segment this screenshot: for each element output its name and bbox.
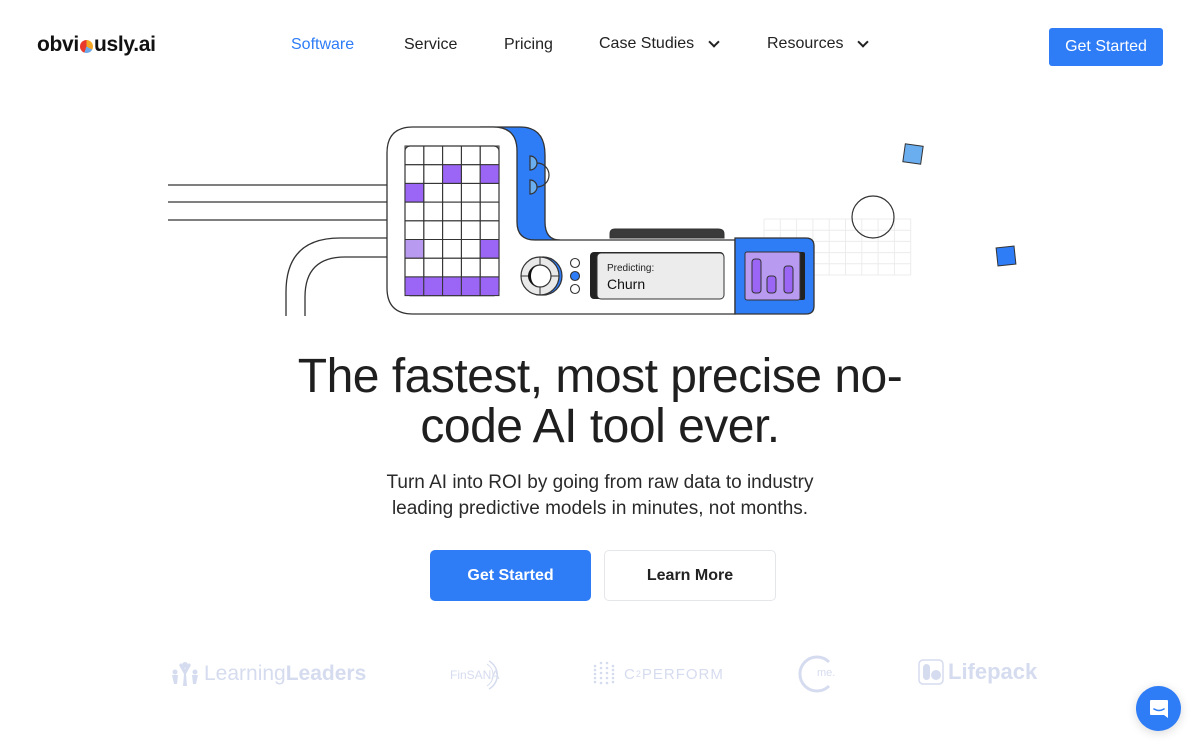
grid-cell [423,276,444,297]
floating-square-light [902,143,924,165]
dot [599,671,603,675]
dot [599,681,603,685]
grid-cell [442,164,462,184]
me-text: me. [817,667,836,679]
machine-illustration: Predicting: Churn [168,126,1017,316]
grid-cell [404,239,425,259]
client-logos: Learning Leaders FinSANA C 2 PERFORM me. Li… [0,650,1200,700]
c2-suffix: PERFORM [641,665,724,683]
nav-item-service[interactable]: Service [404,36,457,54]
hero-get-started-button[interactable]: Get Started [430,550,591,601]
nav-item-case-studies[interactable]: Case Studies [599,35,720,53]
grid-cell [479,164,500,184]
chat-bubble-icon [1149,699,1168,718]
nav-item-pricing[interactable]: Pricing [504,36,553,54]
dot [611,680,615,684]
dot [593,664,597,668]
floating-square-blue [995,245,1017,267]
dots-icon [593,661,615,685]
indicator-dots [569,257,581,295]
dark-tab [609,228,725,239]
chat-launcher-button[interactable] [1136,686,1181,731]
people-icon [172,662,198,686]
dot [599,676,603,680]
lifepack-text: Lifepack [948,659,1038,684]
floating-circle [851,195,895,239]
dot [605,681,609,685]
c2-prefix: C [624,665,636,683]
dial-icon [520,256,563,296]
client-logo-lifepack: Lifepack [918,659,1037,685]
learning-text: Learning [204,662,286,685]
dot [611,664,615,668]
pie-chart-icon [79,40,93,53]
hero-illustration: Predicting: Churn [0,110,1200,330]
chevron-down-icon [857,35,870,48]
headline-line-2: code AI tool ever. [420,400,780,453]
dot [599,661,603,665]
finsana-ring-icon [487,660,499,690]
dot [599,666,603,670]
grid-cell [404,276,425,297]
nav-label: Software [291,36,355,53]
dot [593,672,597,676]
client-logo-finsana: FinSANA [450,658,507,692]
nav-label: Case Studies [599,35,695,52]
learn-more-button[interactable]: Learn More [604,550,776,601]
dot [593,680,597,684]
nav-label: Service [404,36,458,53]
nav-label: Pricing [504,36,553,53]
grid-cell [460,276,481,297]
dot [605,666,609,670]
client-logo-me: me. [797,654,835,694]
pills-icon [918,659,944,685]
dot [593,668,597,672]
subtitle-line-2: leading predictive models in minutes, no… [391,498,809,519]
dot [605,671,609,675]
client-logo-c2perform: C 2 PERFORM [592,660,724,688]
dot [605,661,609,665]
dot [611,676,615,680]
dot [605,676,609,680]
chevron-down-icon [708,35,720,48]
brand-name-end: usly.ai [93,33,156,56]
nav-item-resources[interactable]: Resources [767,35,870,53]
client-logo-learning-leaders: Learning Leaders [170,660,366,688]
nav-item-software[interactable]: Software [291,36,354,54]
grid-cell [404,182,425,203]
nav-get-started-button[interactable]: Get Started [1049,28,1163,66]
predict-value: Churn [607,276,645,292]
dot [593,676,597,680]
headline-line-1: The fastest, most precise no- [297,350,903,403]
grid-cell [479,276,500,297]
subtitle-line-1: Turn AI into ROI by going from raw data … [386,472,814,493]
nav-label: Resources [767,35,844,52]
dot [611,672,615,676]
input-wires [168,184,387,316]
top-nav: obvi usly.ai Software Service Pricing Ca… [0,0,1200,92]
grid-cell [479,239,500,259]
data-grid [404,145,500,297]
brand-name-start: obvi [37,33,79,56]
page-headline: The fastest, most precise no- code AI to… [0,352,1200,452]
predict-label: Predicting: [607,263,654,274]
hero-subtitle: Turn AI into ROI by going from raw data … [0,470,1200,522]
brand-logo[interactable]: obvi usly.ai [37,33,156,57]
dot [611,668,615,672]
grid-cell [442,276,462,297]
leaders-text: Leaders [285,662,367,685]
